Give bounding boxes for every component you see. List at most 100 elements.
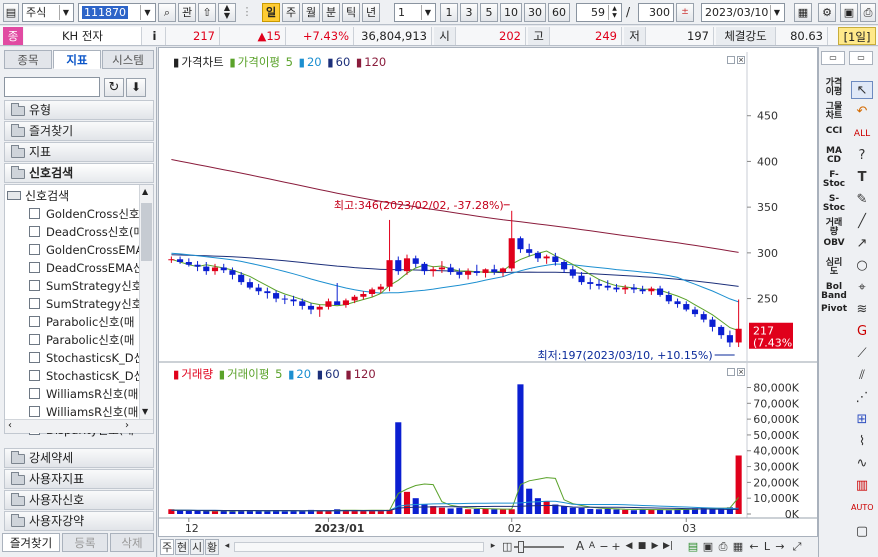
tree-horizontal-scrollbar[interactable]: ‹ › (5, 419, 153, 433)
signal-list-item[interactable]: GoldenCrossEMA (29, 241, 141, 259)
circle-icon[interactable]: ○ (851, 257, 873, 275)
checkbox[interactable] (29, 406, 40, 417)
refresh-icon[interactable]: ↻ (104, 78, 124, 97)
scroll-right-icon[interactable]: ▸ (488, 539, 498, 555)
checkbox[interactable] (29, 262, 40, 273)
pane-maximize-icon[interactable] (727, 368, 735, 376)
signal-list-item[interactable]: Parabolic신호(매 (29, 313, 141, 331)
folder-type[interactable]: 유형 (4, 100, 154, 120)
quick-1-button[interactable]: 1 (440, 3, 458, 22)
checkbox[interactable] (29, 244, 40, 255)
search-icon[interactable]: ⌕ (158, 3, 176, 22)
total-input[interactable]: 300 (638, 3, 674, 22)
l-icon[interactable]: L (761, 539, 773, 555)
checkbox[interactable] (29, 316, 40, 327)
period-minute-button[interactable]: 분 (322, 3, 340, 22)
period-month-button[interactable]: 월 (302, 3, 320, 22)
checkbox[interactable] (29, 208, 40, 219)
signal-list-item[interactable]: WilliamsR신호(매 (29, 385, 141, 403)
spinner-icon[interactable]: ▲ ▼ (608, 5, 620, 20)
pane-maximize-icon[interactable] (727, 56, 735, 64)
panel-toggle-icon[interactable]: ▭ (821, 51, 845, 65)
scroll-thumb[interactable] (141, 203, 152, 261)
tab-hwang[interactable]: 황 (205, 539, 219, 555)
quick-60-button[interactable]: 60 (548, 3, 570, 22)
help-icon[interactable]: ? (851, 147, 873, 165)
gann-icon[interactable]: G (851, 323, 873, 341)
download-icon[interactable]: ⬇ (126, 78, 146, 97)
rewind-icon[interactable]: ◀ (623, 539, 635, 555)
indicator-shortcut[interactable]: CCI (821, 127, 847, 136)
speed-line-icon[interactable]: ⋰ (851, 389, 873, 407)
chevron-down-icon[interactable]: ▼ (421, 5, 434, 20)
scroll-left-icon[interactable]: ‹ (8, 420, 12, 431)
period-week-button[interactable]: 주 (282, 3, 300, 22)
indicator-shortcut[interactable]: Bol Band (821, 283, 847, 301)
tab-system[interactable]: 시스템 (102, 50, 154, 69)
market-select[interactable]: 주식 ▼ (22, 3, 74, 22)
indicator-shortcut[interactable]: Pivot (821, 305, 847, 314)
fibonacci-icon[interactable]: ⌖ (851, 279, 873, 297)
chart-horizontal-scrollbar[interactable] (234, 542, 484, 552)
font-larger-button[interactable]: A (574, 539, 586, 555)
print-icon[interactable]: ⎙ (860, 3, 876, 22)
indicator-shortcut[interactable]: 그물 차트 (821, 103, 847, 121)
indicator-search-input[interactable] (4, 77, 100, 97)
chevron-down-icon[interactable]: ▼ (770, 5, 783, 20)
spinner-icon[interactable]: ▲ ▼ (218, 3, 236, 22)
layout-icon[interactable]: ▦ (731, 539, 745, 555)
sum-icon[interactable]: ± (676, 3, 694, 22)
checkbox[interactable] (29, 352, 40, 363)
indicator-shortcut[interactable]: S- Stoc (821, 195, 847, 213)
arrow-left-icon[interactable]: ← (748, 539, 760, 555)
folder-signal-search[interactable]: 신호검색 (4, 163, 154, 183)
quick-10-button[interactable]: 10 (500, 3, 522, 22)
cursor-icon[interactable]: ↖ (851, 81, 873, 99)
cycle-icon[interactable]: ⌇ (851, 433, 873, 451)
folder-user-indicators[interactable]: 사용자지표 (4, 469, 154, 489)
checkbox[interactable] (29, 298, 40, 309)
up-arrow-icon[interactable]: ⇧ (198, 3, 216, 22)
info-icon[interactable]: i (144, 27, 166, 45)
grid-lines-icon[interactable]: ⊞ (851, 411, 873, 429)
save-icon[interactable]: ▣ (840, 3, 858, 22)
fast-forward-icon[interactable]: ▶| (662, 539, 674, 555)
signal-list-item[interactable]: SumStrategy신호 (29, 295, 141, 313)
print-icon[interactable]: ⎙ (716, 539, 730, 555)
folder-user-signals[interactable]: 사용자신호 (4, 490, 154, 510)
save-icon[interactable]: ▣ (701, 539, 715, 555)
tab-hyeon[interactable]: 현 (175, 539, 189, 555)
signal-list-item[interactable]: DeadCross신호(매 (29, 223, 141, 241)
indicator-shortcut[interactable]: MA CD (821, 147, 847, 165)
bottom-tab-delete[interactable]: 삭제 (110, 533, 154, 552)
magnifier-icon[interactable]: ⤢ (790, 539, 804, 555)
folder-indicators[interactable]: 지표 (4, 142, 154, 162)
date-select[interactable]: 2023/03/10 ▼ (701, 3, 785, 22)
price-volume-chart[interactable]: 250 300 350 400 450 0K 10,000K 20,000K 30,000K 40… (159, 48, 817, 536)
quick-3-button[interactable]: 3 (460, 3, 478, 22)
indicator-shortcut[interactable]: OBV (821, 239, 847, 248)
bottom-tab-register[interactable]: 등록 (62, 533, 108, 552)
tab-si[interactable]: 시 (190, 539, 204, 555)
parallel-icon[interactable]: ⫽ (851, 367, 873, 385)
code-input[interactable]: 111870 ▼ (78, 3, 156, 22)
zoom-in-icon[interactable]: + (610, 539, 622, 555)
signal-list-item[interactable]: StochasticsK_D신 (29, 367, 141, 385)
gwan-button[interactable]: 관 (178, 3, 196, 22)
bar-chart-icon[interactable]: ▥ (851, 477, 873, 495)
signal-list-item[interactable]: DeadCrossEMA신 (29, 259, 141, 277)
scroll-down-icon[interactable]: ▼ (142, 407, 148, 416)
signal-list-item[interactable]: StochasticsK_D신 (29, 349, 141, 367)
quick-5-button[interactable]: 5 (480, 3, 498, 22)
zoom-slider-thumb[interactable] (518, 541, 524, 553)
indicator-shortcut[interactable]: 가격 이평 (821, 79, 847, 97)
pane-close-icon[interactable]: × (737, 368, 745, 376)
signal-list-item[interactable]: Parabolic신호(매 (29, 331, 141, 349)
bottom-tab-favorites[interactable]: 즐겨찾기 (2, 533, 60, 552)
zoom-out-icon[interactable]: − (598, 539, 610, 555)
scroll-up-icon[interactable]: ▲ (142, 187, 148, 196)
gear-icon[interactable]: ⚙ (818, 3, 836, 22)
chart-area[interactable]: 250 300 350 400 450 0K 10,000K 20,000K 30,000K 40… (158, 47, 818, 557)
quick-30-button[interactable]: 30 (524, 3, 546, 22)
scroll-right-icon[interactable]: › (125, 420, 129, 431)
